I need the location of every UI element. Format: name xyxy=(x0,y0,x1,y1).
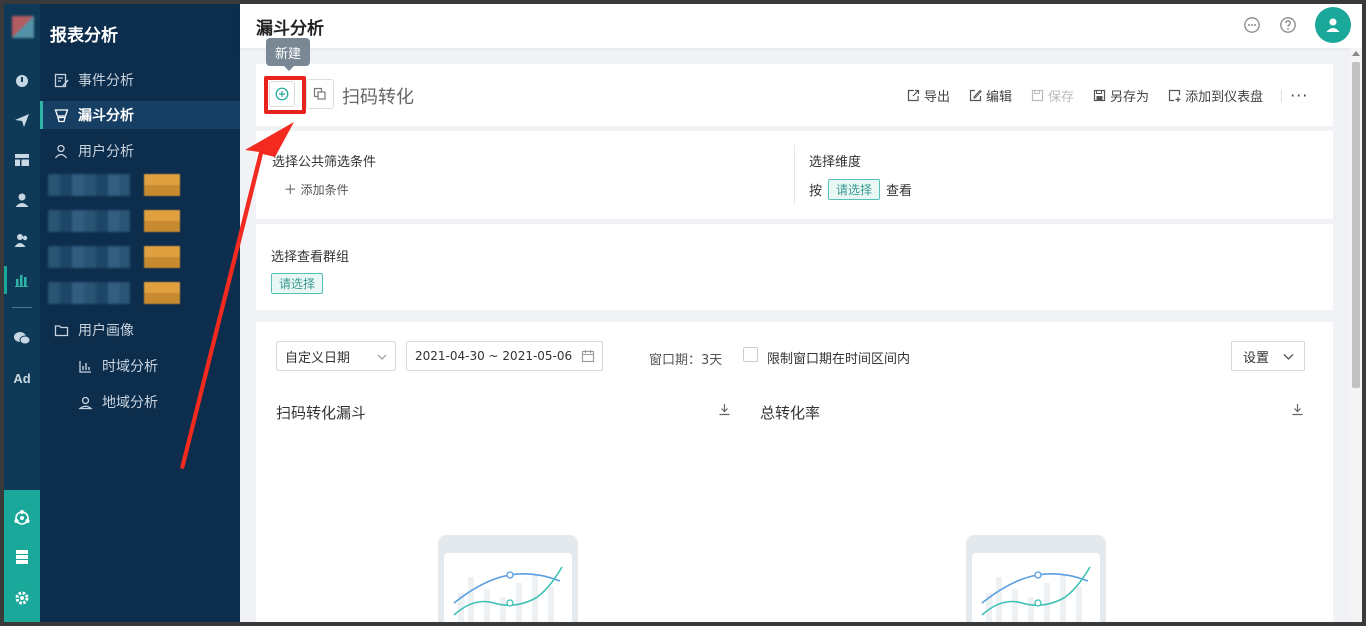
filter-card: 选择公共筛选条件 + 添加条件 选择维度 按 请选择 查看 xyxy=(256,131,1333,219)
nav-item-label: 用户画像 xyxy=(78,323,134,339)
page-title: 漏斗分析 xyxy=(256,19,324,39)
location-icon xyxy=(76,393,94,411)
edit-button[interactable]: 编辑 xyxy=(968,86,1012,105)
highlight-box xyxy=(264,76,306,114)
date-range-picker[interactable]: 2021-04-30 ~ 2021-05-06 xyxy=(406,341,603,371)
save-button[interactable]: 保存 xyxy=(1030,86,1074,105)
dimension-select[interactable]: 请选择 xyxy=(828,179,881,200)
blurred-nav-item[interactable] xyxy=(48,174,198,196)
nav-title: 报表分析 xyxy=(50,26,118,46)
toolbar-actions: 导出 编辑 保存 另存为 添加到仪表盘 ··· xyxy=(906,86,1308,105)
rail-divider xyxy=(12,307,32,308)
network-icon[interactable] xyxy=(4,504,40,532)
download-icon[interactable] xyxy=(718,403,732,417)
limit-window-checkbox[interactable] xyxy=(743,347,758,362)
dimension-label: 选择维度 xyxy=(809,155,862,170)
app-window: Ad 报表分析 事件分析 漏斗分析 用户分析 用户画像 时域分析 地域分析 漏斗… xyxy=(4,4,1362,622)
nav-item-region-analysis[interactable]: 地域分析 xyxy=(40,388,240,416)
users-group-icon[interactable] xyxy=(4,226,40,254)
user-outline-icon xyxy=(52,142,70,160)
bar-chart-icon[interactable] xyxy=(4,266,40,294)
more-icon[interactable]: ··· xyxy=(1290,86,1308,105)
wechat-icon[interactable] xyxy=(4,324,40,352)
filter-divider xyxy=(794,145,795,205)
add-condition-button[interactable]: + 添加条件 xyxy=(284,180,349,198)
group-select[interactable]: 请选择 xyxy=(271,273,324,294)
empty-chart-illustration xyxy=(438,535,578,622)
add-to-dashboard-button[interactable]: 添加到仪表盘 xyxy=(1167,86,1263,105)
add-dashboard-icon xyxy=(1167,89,1181,103)
nav-item-event-analysis[interactable]: 事件分析 xyxy=(40,66,240,94)
save-as-icon xyxy=(1092,89,1106,103)
funnel-chart-title: 扫码转化漏斗 xyxy=(276,404,367,422)
nav-item-label: 漏斗分析 xyxy=(78,108,134,124)
nav-item-user-analysis[interactable]: 用户分析 xyxy=(40,137,240,165)
toolbar-divider xyxy=(1281,89,1283,102)
limit-window-label[interactable]: 限制窗口期在时间区间内 xyxy=(767,348,910,367)
public-filter-label: 选择公共筛选条件 xyxy=(272,155,377,170)
send-icon[interactable] xyxy=(4,106,40,134)
avatar[interactable] xyxy=(1315,7,1351,43)
layout-icon[interactable] xyxy=(4,146,40,174)
calendar-icon xyxy=(581,349,595,366)
export-button[interactable]: 导出 xyxy=(906,86,950,105)
nav-item-label: 时域分析 xyxy=(102,359,158,375)
nav-item-time-analysis[interactable]: 时域分析 xyxy=(40,352,240,380)
ad-icon[interactable]: Ad xyxy=(4,364,40,392)
funnel-result-card: 自定义日期 2021-04-30 ~ 2021-05-06 窗口期：3天 限制窗… xyxy=(256,322,1333,622)
new-tooltip: 新建 xyxy=(266,38,310,71)
save-as-button[interactable]: 另存为 xyxy=(1092,86,1149,105)
help-icon[interactable] xyxy=(1279,16,1297,34)
nav-item-label: 事件分析 xyxy=(78,73,134,89)
copy-icon xyxy=(313,87,326,100)
download-icon[interactable] xyxy=(1291,403,1305,417)
conversion-chart-title: 总转化率 xyxy=(760,404,821,422)
rail-bottom-panel xyxy=(4,490,40,622)
edit-icon xyxy=(968,89,982,103)
nav-item-label: 地域分析 xyxy=(102,395,158,411)
user-icon[interactable] xyxy=(4,186,40,214)
dashboard-icon[interactable] xyxy=(4,66,40,94)
server-icon[interactable] xyxy=(4,543,40,571)
nav-item-user-portrait[interactable]: 用户画像 xyxy=(40,316,240,344)
report-toolbar-card: 扫码转化 导出 编辑 保存 另存为 添加到仪表盘 ··· xyxy=(256,64,1333,126)
group-label: 选择查看群组 xyxy=(271,250,350,265)
avatar-user-icon xyxy=(1326,18,1340,32)
dimension-row: 按 请选择 查看 xyxy=(809,179,912,200)
nav-item-funnel-analysis[interactable]: 漏斗分析 xyxy=(40,101,240,129)
chevron-down-icon xyxy=(1283,351,1294,366)
top-header: 漏斗分析 xyxy=(240,4,1362,48)
settings-dropdown[interactable]: 设置 xyxy=(1231,341,1305,371)
chevron-down-icon xyxy=(377,351,387,366)
date-mode-select[interactable]: 自定义日期 xyxy=(276,341,396,371)
folder-icon xyxy=(52,321,70,339)
nav-sidebar: 报表分析 事件分析 漏斗分析 用户分析 用户画像 时域分析 地域分析 xyxy=(40,4,240,622)
window-period: 窗口期：3天 xyxy=(649,353,723,368)
report-name[interactable]: 扫码转化 xyxy=(342,83,414,109)
nav-item-label: 用户分析 xyxy=(78,144,134,160)
bar-chart-outline-icon xyxy=(76,357,94,375)
icon-rail: Ad xyxy=(4,4,40,622)
empty-chart-illustration xyxy=(966,535,1106,622)
app-logo xyxy=(12,16,34,38)
funnel-icon xyxy=(52,106,70,124)
copy-report-button[interactable] xyxy=(306,79,334,109)
blurred-nav-item[interactable] xyxy=(48,210,198,232)
blurred-nav-item[interactable] xyxy=(48,282,198,304)
message-icon[interactable] xyxy=(1243,16,1261,34)
scroll-up-arrow[interactable] xyxy=(1352,51,1360,56)
group-card: 选择查看群组 请选择 xyxy=(256,224,1333,310)
export-icon xyxy=(906,89,920,103)
blurred-nav-item[interactable] xyxy=(48,246,198,268)
scrollbar-thumb[interactable] xyxy=(1352,62,1360,388)
plus-icon: + xyxy=(284,180,297,198)
edit-doc-icon xyxy=(52,71,70,89)
gear-icon[interactable] xyxy=(4,584,40,612)
save-icon xyxy=(1030,89,1044,103)
